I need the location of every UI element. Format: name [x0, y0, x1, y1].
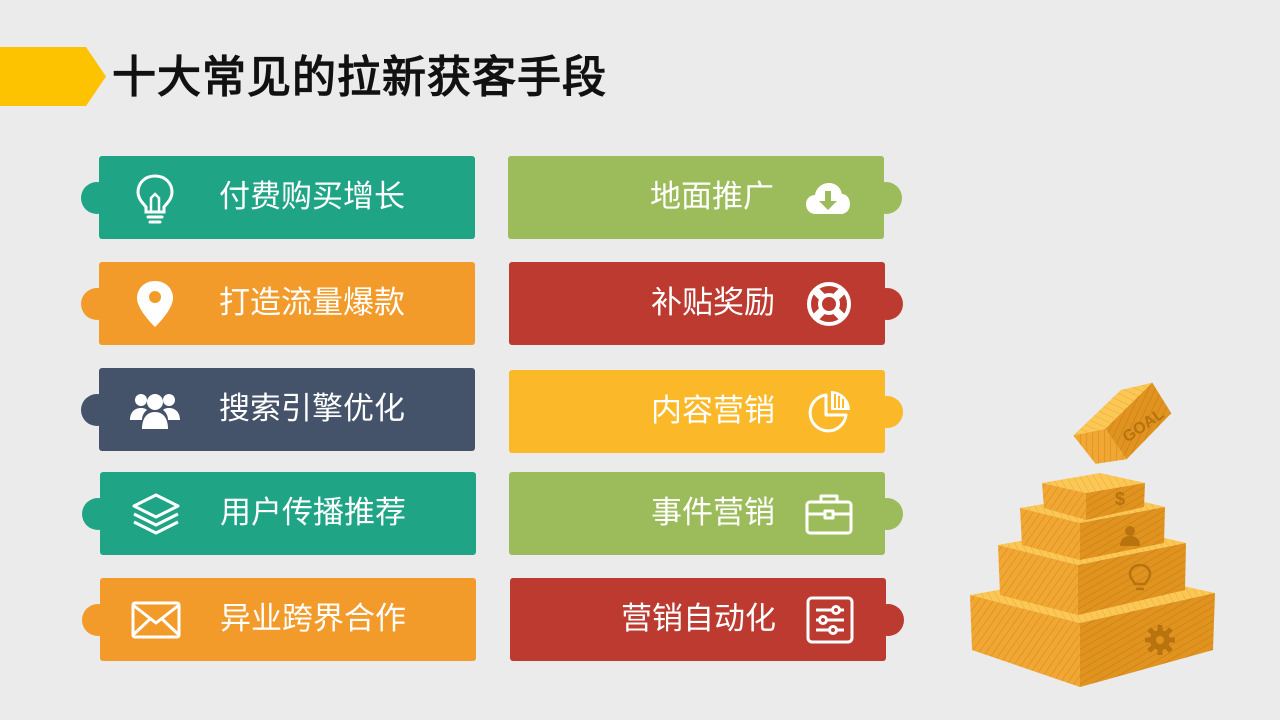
card-crossover: 异业跨界合作 [82, 578, 476, 661]
users-group-icon [129, 384, 181, 436]
card-tab [81, 182, 113, 214]
sliders-icon [804, 594, 856, 646]
card-tab [81, 288, 113, 320]
lifebuoy-icon [803, 278, 855, 330]
card-tab [871, 498, 903, 530]
title-accent-arrow [0, 47, 106, 106]
dollar-sign: $ [1115, 489, 1125, 509]
page-title: 十大常见的拉新获客手段 [112, 52, 607, 103]
pie-chart-icon [803, 386, 855, 438]
card-label: 异业跨界合作 [220, 601, 406, 637]
card-label: 搜索引擎优化 [219, 391, 405, 427]
card-label: 付费购买增长 [219, 179, 405, 215]
card-traffic-hit: 打造流量爆款 [81, 262, 475, 345]
card-tab [871, 288, 903, 320]
card-paid-growth: 付费购买增长 [81, 156, 475, 239]
card-tab [870, 182, 902, 214]
card-seo: 搜索引擎优化 [81, 368, 475, 451]
card-tab [872, 604, 904, 636]
layers-icon [130, 488, 182, 540]
card-tab [82, 604, 114, 636]
card-label: 地面推广 [650, 179, 774, 215]
card-tab [81, 394, 113, 426]
card-referral: 用户传播推荐 [82, 472, 476, 555]
card-tab [82, 498, 114, 530]
card-label: 打造流量爆款 [219, 285, 405, 321]
cloud-download-icon [802, 172, 854, 224]
location-pin-icon [129, 278, 181, 330]
card-label: 用户传播推荐 [220, 495, 406, 531]
card-marketing-automation: 营销自动化 [510, 578, 904, 661]
goal-pyramid-icon: $ GOAL [970, 382, 1215, 687]
card-label: 内容营销 [651, 393, 775, 429]
card-ground-promotion: 地面推广 [508, 156, 902, 239]
card-label: 营销自动化 [621, 601, 776, 637]
briefcase-icon [803, 488, 855, 540]
lightbulb-icon [129, 172, 181, 224]
card-label: 事件营销 [651, 495, 775, 531]
envelope-icon [130, 594, 182, 646]
card-content-marketing: 内容营销 [509, 370, 903, 453]
card-tab [871, 396, 903, 428]
card-event-marketing: 事件营销 [509, 472, 903, 555]
card-label: 补贴奖励 [651, 285, 775, 321]
card-subsidy: 补贴奖励 [509, 262, 903, 345]
